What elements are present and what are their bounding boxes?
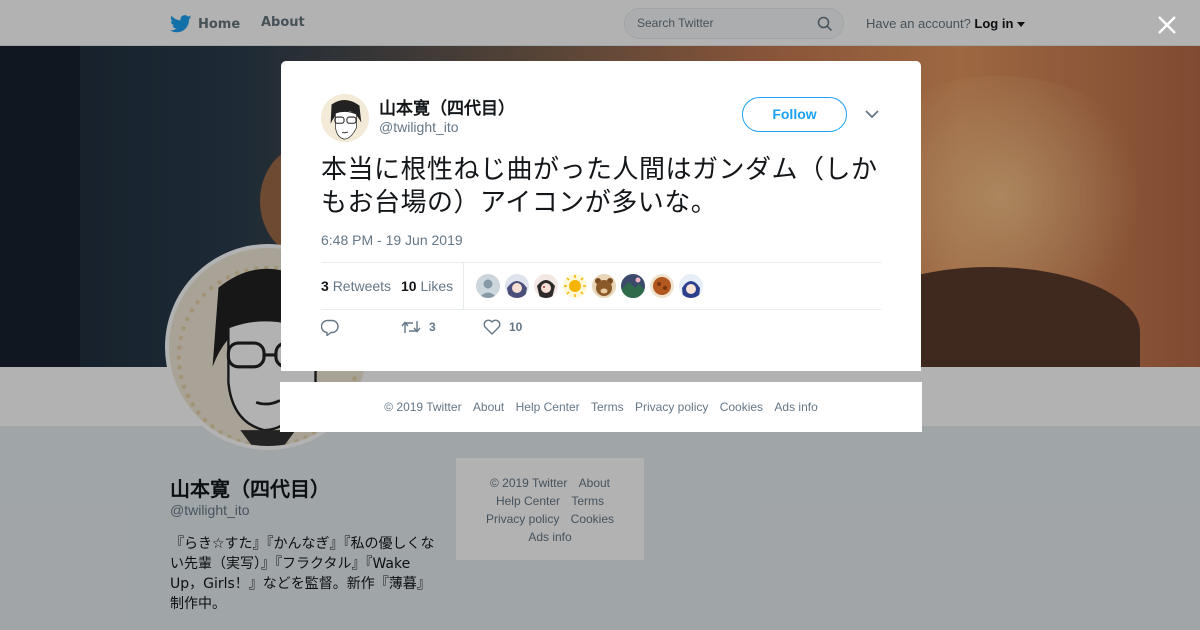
liker-avatar-default[interactable]: [476, 274, 500, 298]
reply-button[interactable]: [321, 319, 339, 336]
retweet-icon: [401, 321, 421, 333]
tweet-modal: 山本寛（四代目） @twilight_ito Follow 本当に根性ねじ曲がっ…: [281, 61, 921, 371]
retweet-count: 3: [429, 320, 436, 334]
retweets-stat[interactable]: 3 Retweets: [321, 278, 391, 294]
modal-footer-copyright: © 2019 Twitter: [384, 400, 462, 414]
retweets-label: Retweets: [332, 278, 392, 294]
close-icon[interactable]: [1154, 12, 1180, 38]
modal-footer: © 2019 Twitter About Help Center Terms P…: [280, 382, 922, 432]
retweet-button[interactable]: 3: [401, 319, 436, 335]
modal-footer-cookies[interactable]: Cookies: [720, 400, 763, 414]
liker-avatar-anime-face[interactable]: [534, 274, 558, 298]
stats-divider: [463, 263, 464, 309]
likes-label: Likes: [420, 278, 454, 294]
liker-avatar-blue-hair[interactable]: [679, 274, 703, 298]
reply-icon: [321, 319, 339, 336]
chevron-down-icon[interactable]: [865, 109, 879, 119]
tweet-actions: 3 10: [321, 319, 621, 343]
tweet-text: 本当に根性ねじ曲がった人間はガンダム（しかもお台場の）アイコンが多いな。: [321, 155, 878, 218]
tweet-author-handle[interactable]: @twilight_ito: [379, 119, 459, 135]
tweet-author-name[interactable]: 山本寛（四代目）: [379, 94, 515, 119]
modal-footer-ads-info[interactable]: Ads info: [774, 400, 817, 414]
tweet-timestamp[interactable]: 6:48 PM - 19 Jun 2019: [321, 232, 463, 248]
like-count: 10: [509, 320, 523, 334]
heart-icon: [483, 319, 501, 335]
modal-footer-help-center[interactable]: Help Center: [516, 400, 580, 414]
likes-count: 10: [401, 278, 417, 294]
liker-avatar-bear[interactable]: [592, 274, 616, 298]
modal-footer-privacy[interactable]: Privacy policy: [635, 400, 708, 414]
modal-footer-about[interactable]: About: [473, 400, 504, 414]
liker-avatar-anime-girl[interactable]: [505, 274, 529, 298]
likes-stat[interactable]: 10 Likes: [401, 278, 453, 294]
like-button[interactable]: 10: [483, 319, 522, 335]
modal-footer-terms[interactable]: Terms: [591, 400, 624, 414]
likers-avatars: [476, 274, 703, 298]
liker-avatar-food[interactable]: [650, 274, 674, 298]
tweet-author-avatar[interactable]: [321, 94, 369, 142]
retweets-count: 3: [321, 278, 329, 294]
liker-avatar-sun[interactable]: [563, 274, 587, 298]
follow-button[interactable]: Follow: [742, 97, 847, 132]
tweet-stats: 3 Retweets 10 Likes: [321, 262, 881, 310]
liker-avatar-landscape[interactable]: [621, 274, 645, 298]
tweet-author-avatar-image: [321, 94, 369, 142]
